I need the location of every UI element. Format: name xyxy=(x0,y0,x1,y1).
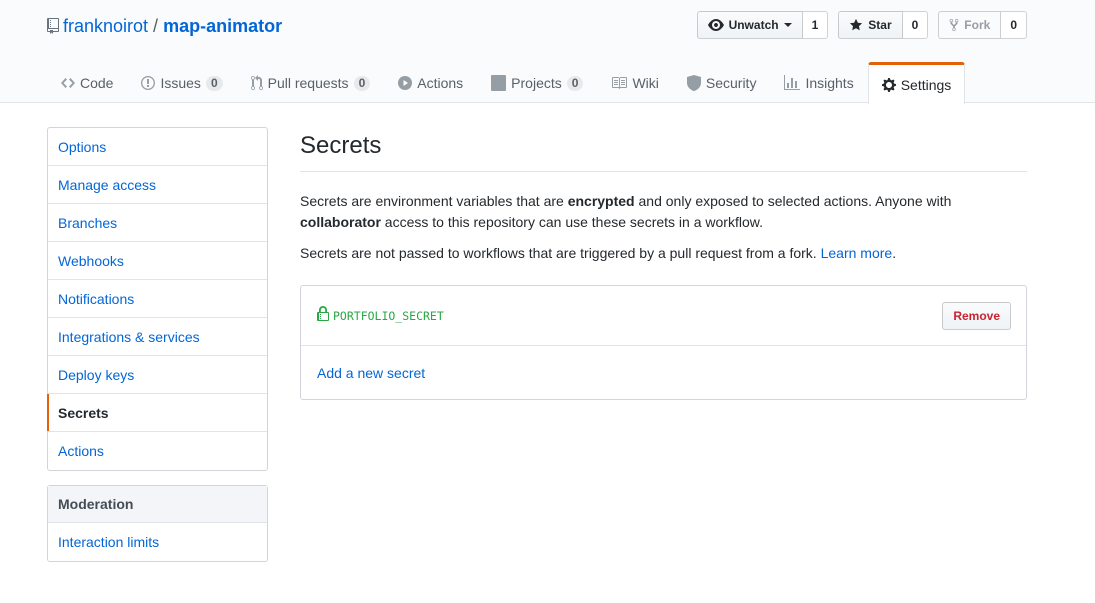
sidebar-item-manage-access[interactable]: Manage access xyxy=(48,166,267,204)
fork-group: Fork 0 xyxy=(938,11,1027,39)
sidebar-item-secrets[interactable]: Secrets xyxy=(47,394,267,432)
moderation-heading: Moderation xyxy=(48,486,267,523)
note-end: . xyxy=(892,245,897,261)
star-group: Star 0 xyxy=(838,11,929,39)
tab-issues-label: Issues xyxy=(160,75,201,91)
tab-security[interactable]: Security xyxy=(673,62,771,103)
subhead: Secrets xyxy=(300,127,1027,172)
tab-insights-label: Insights xyxy=(805,75,854,91)
unwatch-label: Unwatch xyxy=(728,18,779,32)
tab-code[interactable]: Code xyxy=(47,62,127,103)
tab-pull-requests[interactable]: Pull requests 0 xyxy=(237,62,385,103)
repo-title: franknoirot / map-animator xyxy=(47,14,282,38)
project-icon xyxy=(491,75,507,91)
settings-menu: Options Manage access Branches Webhooks … xyxy=(47,127,268,471)
projects-counter: 0 xyxy=(566,75,584,91)
graph-icon xyxy=(784,75,801,91)
add-secret-row: Add a new secret xyxy=(301,346,1026,400)
repo-separator: / xyxy=(153,15,159,36)
play-icon xyxy=(398,76,413,90)
chevron-down-icon xyxy=(783,21,792,29)
repo-name-link[interactable]: map-animator xyxy=(163,16,282,37)
sidebar-item-webhooks[interactable]: Webhooks xyxy=(48,242,267,280)
fork-icon xyxy=(949,18,959,32)
sidebar-item-deploy-keys[interactable]: Deploy keys xyxy=(48,356,267,394)
lock-icon xyxy=(317,306,329,325)
secret-entry: PORTFOLIO_SECRET xyxy=(317,306,444,325)
tab-projects-label: Projects xyxy=(511,75,562,91)
desc-part-3: access to this repository can use these … xyxy=(380,214,763,230)
secrets-description: Secrets are environment variables that a… xyxy=(300,191,1000,233)
learn-more-link[interactable]: Learn more xyxy=(821,245,893,261)
tab-actions[interactable]: Actions xyxy=(384,62,477,103)
fork-label: Fork xyxy=(964,18,991,32)
secrets-box: PORTFOLIO_SECRET Remove Add a new secret xyxy=(300,285,1027,400)
secret-name: PORTFOLIO_SECRET xyxy=(333,308,444,323)
repo-actions: Unwatch 1 Star 0 Fork 0 xyxy=(696,11,1027,39)
gear-icon xyxy=(881,77,896,93)
sidebar-item-integrations[interactable]: Integrations & services xyxy=(48,318,267,356)
sidebar-item-notifications[interactable]: Notifications xyxy=(48,280,267,318)
sidebar-item-actions[interactable]: Actions xyxy=(48,432,267,470)
tab-wiki-label: Wiki xyxy=(632,75,659,91)
desc-part-2: and only exposed to selected actions. An… xyxy=(634,193,952,209)
pulls-counter: 0 xyxy=(353,75,371,91)
unwatch-button[interactable]: Unwatch xyxy=(696,11,803,39)
secrets-note: Secrets are not passed to workflows that… xyxy=(300,243,1027,264)
tab-wiki[interactable]: Wiki xyxy=(597,62,672,103)
secret-row: PORTFOLIO_SECRET Remove xyxy=(301,286,1026,346)
book-icon xyxy=(611,75,628,91)
note-text: Secrets are not passed to workflows that… xyxy=(300,245,821,261)
repo-icon xyxy=(47,18,59,34)
git-pull-request-icon xyxy=(250,75,263,91)
add-secret-link[interactable]: Add a new secret xyxy=(317,365,425,381)
star-button[interactable]: Star xyxy=(838,11,903,39)
star-label: Star xyxy=(868,18,892,32)
desc-bold-collaborator: collaborator xyxy=(300,214,381,230)
desc-bold-encrypted: encrypted xyxy=(567,193,635,209)
tab-settings-label: Settings xyxy=(900,76,952,93)
issue-opened-icon xyxy=(141,75,156,91)
page-title: Secrets xyxy=(300,132,382,159)
tab-insights[interactable]: Insights xyxy=(770,62,867,103)
sidebar-item-options[interactable]: Options xyxy=(48,128,267,166)
repo-header: franknoirot / map-animator Unwatch 1 Sta xyxy=(0,0,1095,104)
desc-part-1: Secrets are environment variables that a… xyxy=(300,193,568,209)
tab-pull-requests-label: Pull requests xyxy=(267,75,349,91)
fork-button[interactable]: Fork xyxy=(938,11,1002,39)
fork-count[interactable]: 0 xyxy=(1001,11,1027,39)
star-count[interactable]: 0 xyxy=(902,11,929,39)
remove-secret-button[interactable]: Remove xyxy=(942,301,1011,330)
tab-projects[interactable]: Projects 0 xyxy=(477,62,597,103)
eye-icon xyxy=(707,17,724,33)
sidebar-item-branches[interactable]: Branches xyxy=(48,204,267,242)
tab-settings[interactable]: Settings xyxy=(867,62,966,104)
issues-counter: 0 xyxy=(205,75,223,91)
main-content: Secrets Secrets are environment variable… xyxy=(300,127,1027,264)
tab-code-label: Code xyxy=(80,75,114,91)
sidebar-item-interaction-limits[interactable]: Interaction limits xyxy=(48,523,267,561)
moderation-menu: Moderation Interaction limits xyxy=(47,485,268,562)
watch-group: Unwatch 1 xyxy=(696,11,829,39)
tab-actions-label: Actions xyxy=(417,75,464,91)
tab-security-label: Security xyxy=(705,75,757,91)
repo-nav: Code Issues 0 Pull requests 0 Actions Pr… xyxy=(47,62,966,104)
repo-owner-link[interactable]: franknoirot xyxy=(63,16,148,37)
shield-icon xyxy=(686,75,701,91)
watch-count[interactable]: 1 xyxy=(802,11,829,39)
star-icon xyxy=(849,18,863,32)
code-icon xyxy=(61,75,75,91)
tab-issues[interactable]: Issues 0 xyxy=(127,62,236,103)
